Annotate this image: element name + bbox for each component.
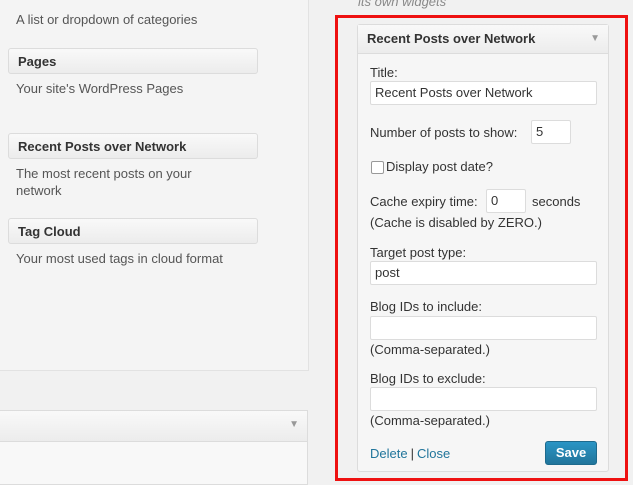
title-input[interactable]: Recent Posts over Network [370, 81, 597, 105]
delete-link[interactable]: Delete [370, 446, 408, 461]
widget-title[interactable]: Tag Cloud [8, 218, 258, 244]
include-label: Blog IDs to include: [370, 299, 483, 314]
cache-input[interactable]: 0 [486, 189, 526, 213]
post-type-label: Target post type: [370, 245, 467, 260]
caret-down-icon[interactable]: ▼ [289, 419, 299, 430]
cache-unit: seconds [532, 194, 581, 209]
recent-posts-widget-panel: Recent Posts over Network ▼ Title: Recen… [357, 24, 609, 472]
display-date-label: Display post date? [386, 159, 493, 174]
panel-title: Recent Posts over Network [367, 31, 536, 46]
title-label: Title: [370, 65, 398, 80]
widget-description: Your most used tags in cloud format [16, 251, 223, 266]
inactive-widgets-box: ▼ [0, 410, 308, 485]
widget-description: Your site's WordPress Pages [16, 81, 184, 96]
panel-header[interactable]: Recent Posts over Network ▼ [358, 25, 608, 54]
close-link[interactable]: Close [417, 446, 450, 461]
link-separator: | [410, 446, 414, 461]
inactive-widgets-header[interactable]: ▼ [0, 411, 307, 442]
widget-recent-posts-network[interactable]: Recent Posts over Network The most recen… [8, 133, 258, 199]
num-posts-input[interactable]: 5 [531, 120, 571, 144]
widget-description: The most recent posts on your network [16, 166, 192, 198]
exclude-label: Blog IDs to exclude: [370, 371, 486, 386]
include-note: (Comma-separated.) [370, 342, 490, 357]
num-posts-label: Number of posts to show: [370, 125, 518, 140]
widget-tag-cloud[interactable]: Tag Cloud Your most used tags in cloud f… [8, 218, 258, 267]
widget-description: A list or dropdown of categories [16, 12, 198, 27]
save-button[interactable]: Save [545, 441, 597, 465]
panel-footer: Delete | Close [370, 446, 450, 461]
cache-label: Cache expiry time: [370, 194, 478, 209]
exclude-input[interactable] [370, 387, 597, 411]
widget-pages[interactable]: Pages Your site's WordPress Pages [8, 48, 258, 97]
sidebar-description: its own widgets [358, 0, 447, 9]
widget-title[interactable]: Pages [8, 48, 258, 74]
available-widgets-area: A list or dropdown of categories Pages Y… [0, 0, 309, 371]
post-type-input[interactable]: post [370, 261, 597, 285]
display-date-checkbox[interactable] [371, 161, 384, 174]
exclude-note: (Comma-separated.) [370, 413, 490, 428]
widget-categories[interactable]: A list or dropdown of categories [8, 0, 258, 28]
cache-note: (Cache is disabled by ZERO.) [370, 215, 542, 230]
widget-title[interactable]: Recent Posts over Network [8, 133, 258, 159]
caret-down-icon[interactable]: ▼ [590, 25, 600, 53]
include-input[interactable] [370, 316, 597, 340]
